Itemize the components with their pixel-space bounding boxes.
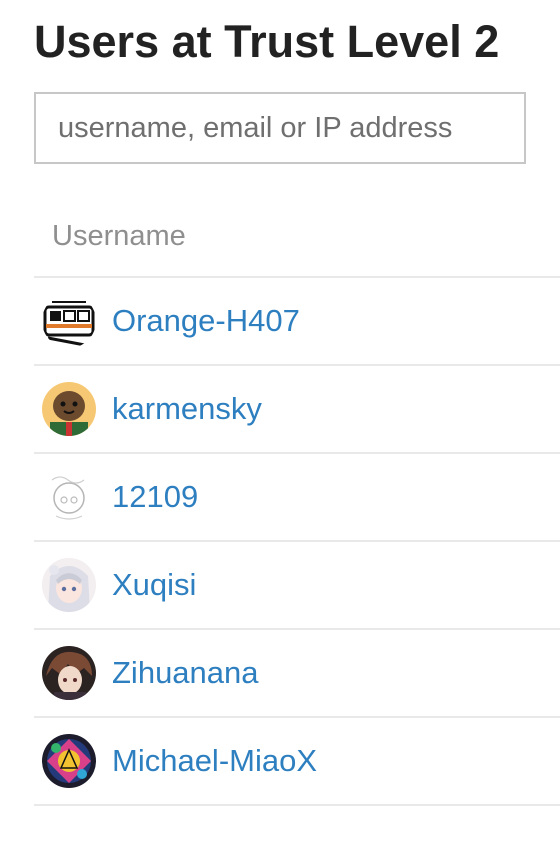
train-avatar[interactable] <box>42 294 96 348</box>
anime-girl-avatar[interactable] <box>42 558 96 612</box>
username-link[interactable]: Zihuanana <box>112 655 259 691</box>
anime-boy-avatar[interactable] <box>42 646 96 700</box>
colorful-art-avatar[interactable] <box>42 734 96 788</box>
page-title: Users at Trust Level 2 <box>34 16 500 67</box>
table-row: Zihuanana <box>34 630 560 718</box>
table-row: 12109 <box>34 454 560 542</box>
table-row: Michael-MiaoX <box>34 718 560 806</box>
username-link[interactable]: Xuqisi <box>112 567 196 603</box>
table-row: karmensky <box>34 366 560 454</box>
username-link[interactable]: Michael-MiaoX <box>112 743 317 779</box>
table-row: Xuqisi <box>34 542 560 630</box>
username-link[interactable]: Orange-H407 <box>112 303 300 339</box>
table-row: Orange-H407 <box>34 278 560 366</box>
sketch-avatar[interactable] <box>42 470 96 524</box>
username-link[interactable]: karmensky <box>112 391 262 427</box>
users-table: Username Orange-H407 karmensky 12109 Xuq… <box>34 196 560 806</box>
search-input[interactable] <box>34 92 526 164</box>
username-column-header[interactable]: Username <box>34 196 560 278</box>
cartoon-face-avatar[interactable] <box>42 382 96 436</box>
users-page: Users at Trust Level 2 Username Orange-H… <box>0 0 560 852</box>
username-link[interactable]: 12109 <box>112 479 198 515</box>
